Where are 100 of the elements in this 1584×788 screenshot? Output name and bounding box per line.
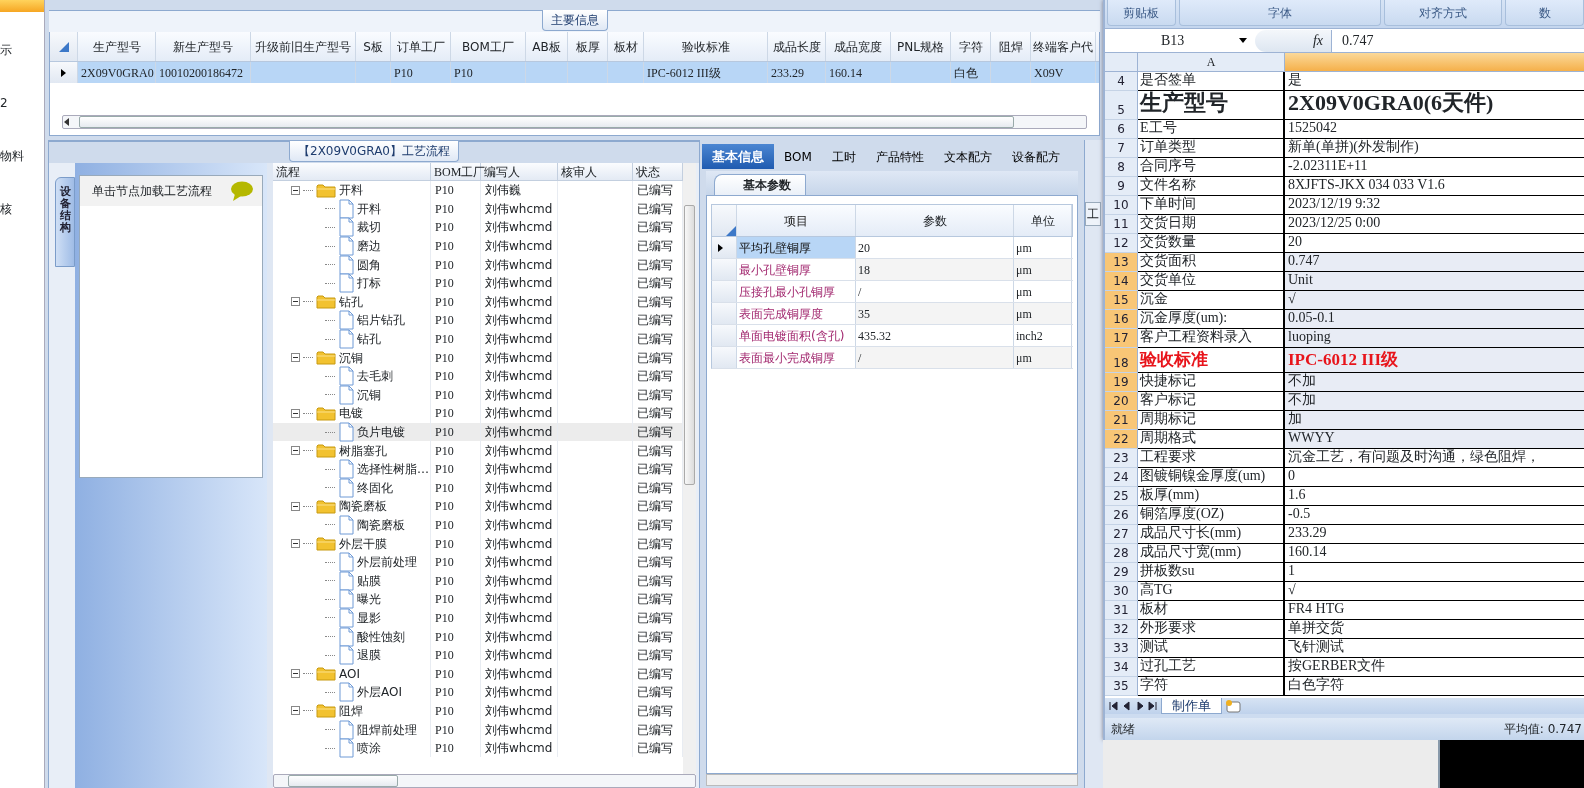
sheet-cell[interactable]: 铜箔厚度(OZ) xyxy=(1138,506,1285,525)
sheet-cell[interactable]: FR4 HTG xyxy=(1285,601,1584,620)
row-header[interactable]: 26 xyxy=(1105,506,1138,525)
sheet-cell[interactable]: 0.05-0.1 xyxy=(1285,310,1584,329)
sheet-cell[interactable]: 2023/12/25 0:00 xyxy=(1285,215,1584,234)
row-header[interactable]: 27 xyxy=(1105,525,1138,544)
sheet-cell[interactable]: √ xyxy=(1285,582,1584,601)
sheet-cell[interactable]: 按GERBER文件 xyxy=(1285,658,1584,677)
row-header[interactable]: 19 xyxy=(1105,373,1138,392)
tree-row[interactable]: 显影 P10 刘伟whcmd 已编写 xyxy=(273,608,683,628)
row-header[interactable]: 22 xyxy=(1105,430,1138,449)
tab[interactable]: 设备配方 xyxy=(1001,144,1070,169)
sheet-cell[interactable]: WWYY xyxy=(1285,430,1584,449)
row-header[interactable]: 23 xyxy=(1105,449,1138,468)
column-header[interactable]: 成品宽度 xyxy=(826,32,891,61)
name-box[interactable]: B13 xyxy=(1105,30,1255,51)
tree-row[interactable]: 终固化 P10 刘伟whcmd 已编写 xyxy=(273,478,683,498)
row-header[interactable]: 14 xyxy=(1105,272,1138,291)
sidebar-item[interactable]: 物料 xyxy=(0,147,24,165)
sheet-cell[interactable]: 加 xyxy=(1285,411,1584,430)
sheet-cell[interactable]: 订单类型 xyxy=(1138,139,1285,158)
row-header[interactable]: 12 xyxy=(1105,234,1138,253)
tree-row[interactable]: 外层前处理 P10 刘伟whcmd 已编写 xyxy=(273,552,683,572)
column-header[interactable]: 板厚 xyxy=(568,32,608,61)
sheet-cell[interactable]: 233.29 xyxy=(1285,525,1584,544)
sheet-cell[interactable]: luoping xyxy=(1285,329,1584,348)
sheet-cell[interactable]: 下单时间 xyxy=(1138,196,1285,215)
sidebar-item[interactable]: 2 xyxy=(0,94,8,112)
row-header[interactable]: 21 xyxy=(1105,411,1138,430)
tab[interactable]: 工时 xyxy=(821,144,866,169)
column-header[interactable]: 参数 xyxy=(856,205,1014,236)
column-header[interactable]: S板 xyxy=(356,32,391,61)
sheet-cell[interactable]: 8XJFTS-JKX 034 033 V1.6 xyxy=(1285,177,1584,196)
column-header[interactable]: 订单工厂 xyxy=(391,32,451,61)
sheet-cell[interactable]: 拼板数su xyxy=(1138,563,1285,582)
sheet-cell[interactable]: 测试 xyxy=(1138,639,1285,658)
column-header[interactable]: AB板 xyxy=(526,32,568,61)
row-header[interactable]: 4 xyxy=(1105,72,1138,91)
tree-row[interactable]: 钻孔 P10 刘伟whcmd 已编写 xyxy=(273,292,683,312)
row-header[interactable]: 24 xyxy=(1105,468,1138,487)
sheet-cell[interactable]: 板厚(mm) xyxy=(1138,487,1285,506)
row-header[interactable]: 18 xyxy=(1105,348,1138,373)
row-header[interactable]: 15 xyxy=(1105,291,1138,310)
column-header[interactable]: PNL规格 xyxy=(891,32,951,61)
column-header[interactable]: 成品长度 xyxy=(768,32,826,61)
column-header[interactable]: 升级前旧生产型号 xyxy=(251,32,356,61)
row-header[interactable]: 9 xyxy=(1105,177,1138,196)
sheet-cell[interactable]: E工号 xyxy=(1138,120,1285,139)
sheet-cell[interactable]: 0 xyxy=(1285,468,1584,487)
row-header[interactable]: 8 xyxy=(1105,158,1138,177)
tab[interactable]: 基本信息 xyxy=(702,144,774,169)
tree-row[interactable]: 阻焊 P10 刘伟whcmd 已编写 xyxy=(273,701,683,721)
tree-row[interactable]: 电镀 P10 刘伟whcmd 已编写 xyxy=(273,404,683,423)
table-row[interactable]: 2X09V0GRA0 10010200186472 P10 P10 IPC-6012 III级 233.29 160.14 白色 X09V xyxy=(50,62,1099,83)
tree-row[interactable]: 外层AOI P10 刘伟whcmd 已编写 xyxy=(273,683,683,702)
sub-tab[interactable]: 基本参数 xyxy=(714,174,806,195)
column-header[interactable]: 阻焊 xyxy=(991,32,1031,61)
tree-row[interactable]: 退膜 P10 刘伟whcmd 已编写 xyxy=(273,645,683,665)
sheet-cell[interactable]: 交货日期 xyxy=(1138,215,1285,234)
tree-row[interactable]: 铝片钻孔 P10 刘伟whcmd 已编写 xyxy=(273,311,683,330)
sheet-cell[interactable]: 合同序号 xyxy=(1138,158,1285,177)
tree-row[interactable]: 圆角 P10 刘伟whcmd 已编写 xyxy=(273,255,683,274)
column-header[interactable]: 项目 xyxy=(737,205,856,236)
column-header[interactable]: 验收标准 xyxy=(644,32,768,61)
horizontal-scrollbar[interactable] xyxy=(706,774,1078,786)
sheet-cell[interactable]: √ xyxy=(1285,291,1584,310)
sheet-cell[interactable]: 不加 xyxy=(1285,392,1584,411)
sheet-cell[interactable]: 字符 xyxy=(1138,677,1285,696)
collapse-toggle[interactable] xyxy=(291,706,300,716)
row-header[interactable]: 25 xyxy=(1105,487,1138,506)
sheet-cell[interactable]: 成品尺寸宽(mm) xyxy=(1138,544,1285,563)
sheet-cell[interactable]: 生产型号 xyxy=(1138,91,1285,120)
tree-row[interactable]: 沉铜 P10 刘伟whcmd 已编写 xyxy=(273,348,683,367)
row-header[interactable]: 31 xyxy=(1105,601,1138,620)
row-header[interactable]: 11 xyxy=(1105,215,1138,234)
collapse-toggle[interactable] xyxy=(291,446,300,456)
tree-row[interactable]: 钻孔 P10 刘伟whcmd 已编写 xyxy=(273,329,683,349)
tree-row[interactable]: AOI P10 刘伟whcmd 已编写 xyxy=(273,664,683,684)
row-header[interactable]: 34 xyxy=(1105,658,1138,677)
sheet-cell[interactable]: 是 xyxy=(1285,72,1584,91)
horizontal-scrollbar[interactable] xyxy=(273,774,696,788)
row-header[interactable]: 28 xyxy=(1105,544,1138,563)
tree-row[interactable]: 选择性树脂… P10 刘伟whcmd 已编写 xyxy=(273,459,683,479)
table-row[interactable]: 平均孔壁铜厚 20 μm xyxy=(711,237,1073,259)
tree-row[interactable]: 树脂塞孔 P10 刘伟whcmd 已编写 xyxy=(273,441,683,460)
row-header[interactable]: 29 xyxy=(1105,563,1138,582)
insert-function-button[interactable]: fx xyxy=(1255,29,1332,52)
sheet-cell[interactable]: 沉金工艺，有问题及时沟通，绿色阻焊， xyxy=(1285,449,1584,468)
collapse-toggle[interactable] xyxy=(291,539,300,549)
sheet-cell[interactable]: 过孔工艺 xyxy=(1138,658,1285,677)
sheet-cell[interactable]: 工程要求 xyxy=(1138,449,1285,468)
tree-row[interactable]: 阻焊前处理 P10 刘伟whcmd 已编写 xyxy=(273,720,683,739)
row-header[interactable]: 35 xyxy=(1105,677,1138,696)
tree-row[interactable]: 陶瓷磨板 P10 刘伟whcmd 已编写 xyxy=(273,515,683,535)
row-header[interactable]: 33 xyxy=(1105,639,1138,658)
row-header[interactable]: 17 xyxy=(1105,329,1138,348)
row-header[interactable]: 32 xyxy=(1105,620,1138,639)
sheet-cell[interactable]: 1525042 xyxy=(1285,120,1584,139)
table-row[interactable]: 最小孔壁铜厚 18 μm xyxy=(711,259,1073,281)
sheet-cell[interactable]: -0.5 xyxy=(1285,506,1584,525)
